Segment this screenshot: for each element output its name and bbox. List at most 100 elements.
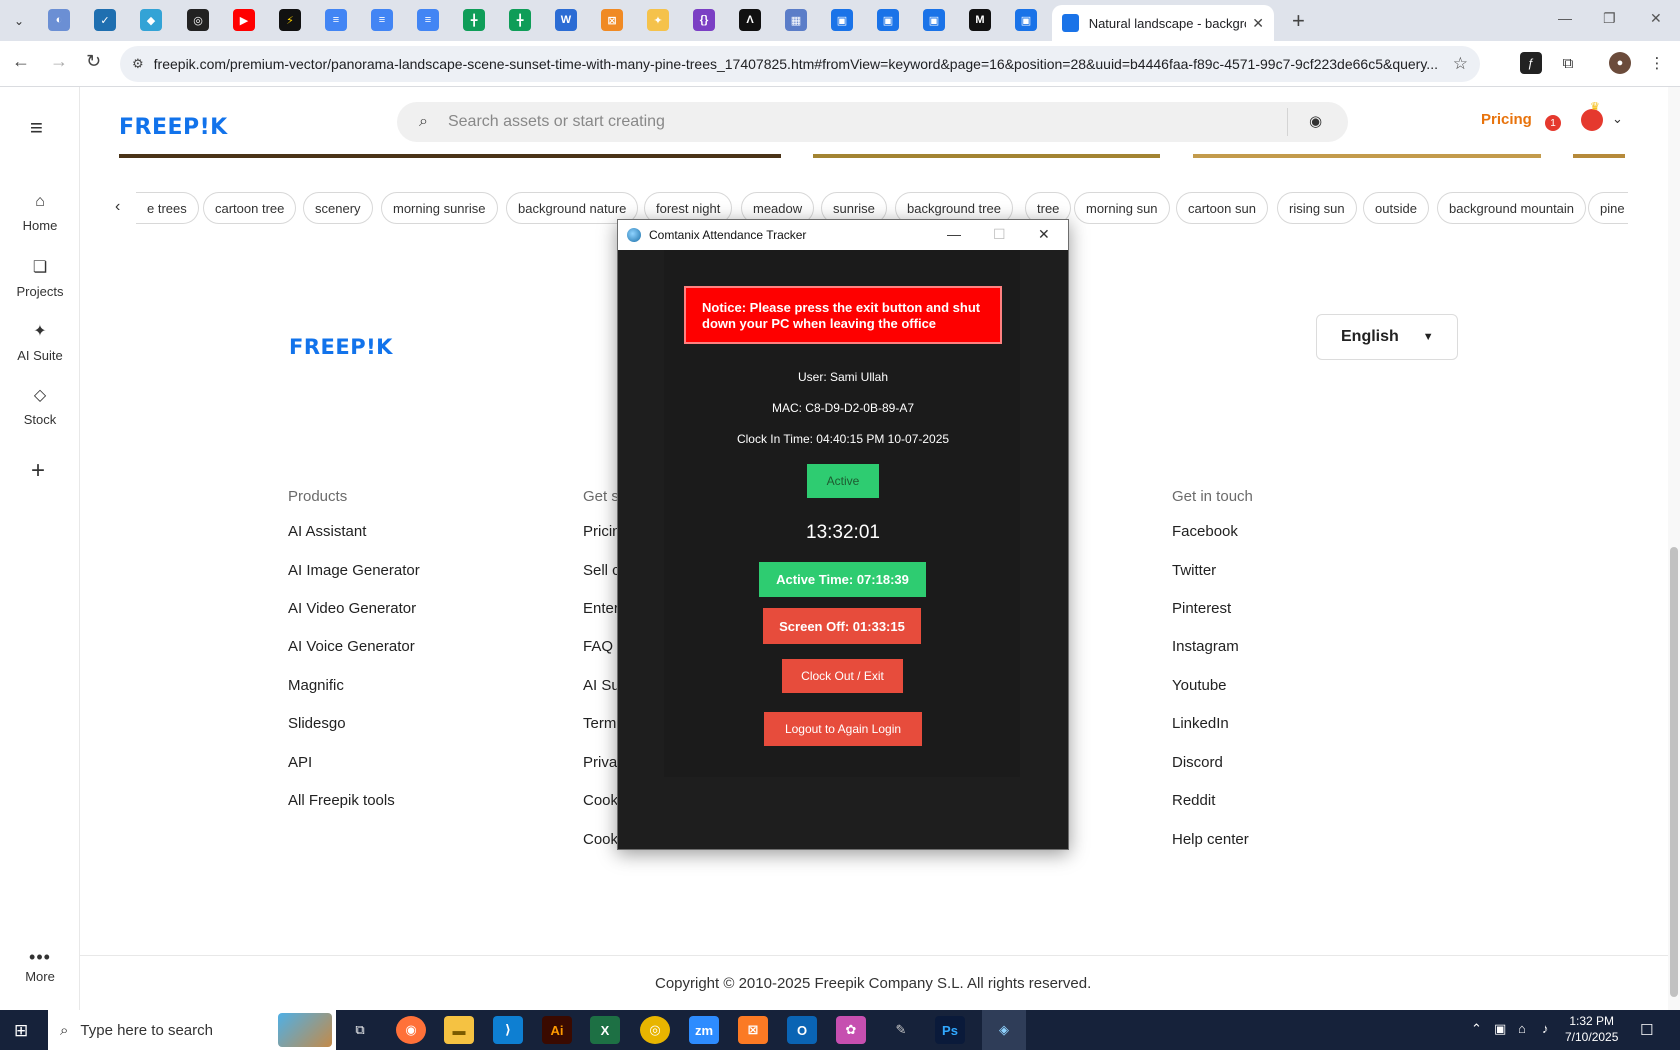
footer-link[interactable]: FAQ <box>583 638 613 655</box>
chrome-icon[interactable]: ◎ <box>640 1016 670 1044</box>
tag-chip[interactable]: morning sunrise <box>381 192 498 224</box>
tag-chip[interactable]: e trees <box>136 192 199 224</box>
tray-device-icon[interactable]: ▣ <box>1494 1021 1506 1037</box>
tag-chip[interactable]: cartoon sun <box>1176 192 1268 224</box>
volume-icon[interactable]: ♪ <box>1542 1021 1549 1036</box>
windows-start-icon[interactable]: ⊞ <box>14 1021 28 1041</box>
back-arrow-icon[interactable]: ← <box>12 51 30 72</box>
chrome-menu-icon[interactable]: ⋮ <box>1646 52 1668 74</box>
tag-chip[interactable]: outside <box>1363 192 1429 224</box>
footer-link[interactable]: AI Voice Generator <box>288 638 415 655</box>
pen-tool-icon[interactable]: ✎ <box>886 1016 916 1044</box>
footer-link[interactable]: All Freepik tools <box>288 792 395 809</box>
pinned-tab[interactable]: ⚡ <box>279 9 301 31</box>
footer-link[interactable]: AI Image Generator <box>288 562 420 579</box>
sheets-tab-icon[interactable]: ╋ <box>463 9 485 31</box>
close-window-icon[interactable]: ✕ <box>1650 10 1662 27</box>
xampp-icon[interactable]: ⊠ <box>738 1016 768 1044</box>
footer-link[interactable]: API <box>288 754 312 771</box>
freepik-logo[interactable]: FREEP!K <box>119 115 228 140</box>
clock-out-exit-button[interactable]: Clock Out / Exit <box>782 659 903 693</box>
tab-close-icon[interactable]: ✕ <box>1252 15 1264 32</box>
task-view-icon[interactable]: ⧉ <box>345 1016 375 1044</box>
minimize-window-icon[interactable]: — <box>1558 10 1572 26</box>
footer-freepik-logo[interactable]: FREEP!K <box>289 335 393 359</box>
footer-link[interactable]: Facebook <box>1172 523 1238 540</box>
pinned-tab[interactable]: {} <box>693 9 715 31</box>
sidebar-item-projects[interactable]: ❏ Projects <box>0 257 80 301</box>
camera-search-icon[interactable]: ◉ <box>1309 112 1322 130</box>
taskbar-clock[interactable]: 1:32 PM 7/10/2025 <box>1565 1013 1618 1045</box>
notification-center-icon[interactable]: ☐ <box>1640 1021 1653 1039</box>
footer-link[interactable]: Twitter <box>1172 562 1216 579</box>
chevron-down-icon[interactable]: ⌄ <box>1612 111 1623 127</box>
excel-icon[interactable]: X <box>590 1016 620 1044</box>
youtube-tab-icon[interactable]: ▶ <box>233 9 255 31</box>
footer-link[interactable]: AI Assistant <box>288 523 366 540</box>
docs-tab-icon[interactable]: ≡ <box>325 9 347 31</box>
pinned-tab[interactable]: ⊠ <box>601 9 623 31</box>
forward-arrow-icon[interactable]: → <box>50 51 68 72</box>
file-explorer-icon[interactable]: ▬ <box>444 1016 474 1044</box>
sidebar-item-ai-suite[interactable]: ✦ AI Suite <box>0 321 80 365</box>
outlook-icon[interactable]: O <box>787 1016 817 1044</box>
footer-link[interactable]: Youtube <box>1172 677 1227 694</box>
footer-link[interactable]: Slidesgo <box>288 715 346 732</box>
tray-chevron-up-icon[interactable]: ⌃ <box>1471 1021 1482 1037</box>
sidebar-item-stock[interactable]: ◇ Stock <box>0 385 80 429</box>
pinned-tab[interactable]: ▦ <box>785 9 807 31</box>
footer-link[interactable]: Magnific <box>288 677 344 694</box>
attendance-tracker-taskbar-icon[interactable]: ◈ <box>989 1016 1019 1044</box>
footer-link[interactable]: AI Video Generator <box>288 600 416 617</box>
scrollbar-thumb[interactable] <box>1670 547 1678 997</box>
restore-window-icon[interactable]: ❐ <box>1603 10 1616 27</box>
tag-chip[interactable]: cartoon tree <box>203 192 297 224</box>
notification-badge[interactable]: 1 <box>1545 115 1561 131</box>
footer-link[interactable]: Instagram <box>1172 638 1239 655</box>
pinned-tab[interactable]: ◎ <box>187 9 209 31</box>
footer-link[interactable]: Sell c <box>583 562 620 579</box>
extensions-puzzle-icon[interactable]: ⧉ <box>1557 52 1579 74</box>
pinned-tab[interactable]: ◐ <box>48 9 70 31</box>
active-tab[interactable]: Natural landscape - backgroun ✕ <box>1052 5 1274 41</box>
window-titlebar[interactable]: Comtanix Attendance Tracker — ☐ ✕ <box>618 220 1068 250</box>
tag-chip[interactable]: rising sun <box>1277 192 1357 224</box>
network-icon[interactable]: ⌂ <box>1518 1021 1526 1036</box>
pinned-tab[interactable]: ✦ <box>647 9 669 31</box>
footer-link[interactable]: Help center <box>1172 831 1249 848</box>
menu-hamburger-icon[interactable]: ≡ <box>30 115 43 141</box>
pinned-tab[interactable]: ▣ <box>923 9 945 31</box>
bookmark-star-icon[interactable]: ☆ <box>1453 54 1468 74</box>
footer-link[interactable]: AI Su <box>583 677 620 694</box>
add-plus-icon[interactable]: + <box>31 457 45 485</box>
sidebar-item-more[interactable]: ••• More <box>0 947 80 986</box>
footer-link[interactable]: Cook <box>583 831 618 848</box>
pinned-tab[interactable]: W <box>555 9 577 31</box>
address-bar[interactable]: ⚙ freepik.com/premium-vector/panorama-la… <box>120 46 1480 82</box>
language-selector[interactable]: English ▼ <box>1316 314 1458 360</box>
site-info-icon[interactable]: ⚙ <box>132 56 144 72</box>
search-bar[interactable]: ⌕ Search assets or start creating ◉ <box>397 102 1348 142</box>
vscode-icon[interactable]: ⟩ <box>493 1016 523 1044</box>
zoom-icon[interactable]: zm <box>689 1016 719 1044</box>
tag-chip[interactable]: morning sun <box>1074 192 1170 224</box>
pricing-link[interactable]: Pricing <box>1481 111 1532 128</box>
footer-link[interactable]: LinkedIn <box>1172 715 1229 732</box>
footer-link[interactable]: Cook <box>583 792 618 809</box>
tag-chip[interactable]: pine <box>1588 192 1628 224</box>
close-icon[interactable]: ✕ <box>1038 226 1050 243</box>
docs-tab-icon[interactable]: ≡ <box>417 9 439 31</box>
minimize-icon[interactable]: — <box>947 226 961 242</box>
sidebar-item-home[interactable]: ⌂ Home <box>0 193 80 235</box>
illustrator-icon[interactable]: Ai <box>542 1016 572 1044</box>
tag-chip[interactable]: scenery <box>303 192 373 224</box>
pinned-tab[interactable]: M <box>969 9 991 31</box>
sheets-tab-icon[interactable]: ╋ <box>509 9 531 31</box>
logout-button[interactable]: Logout to Again Login <box>764 712 922 746</box>
pinned-tab[interactable]: ▣ <box>877 9 899 31</box>
tab-search-button[interactable]: ⌄ <box>6 9 32 33</box>
pinned-tab[interactable]: ◆ <box>140 9 162 31</box>
paint-icon[interactable]: ✿ <box>836 1016 866 1044</box>
tag-chip[interactable]: background mountain <box>1437 192 1587 224</box>
footer-link[interactable]: Discord <box>1172 754 1223 771</box>
